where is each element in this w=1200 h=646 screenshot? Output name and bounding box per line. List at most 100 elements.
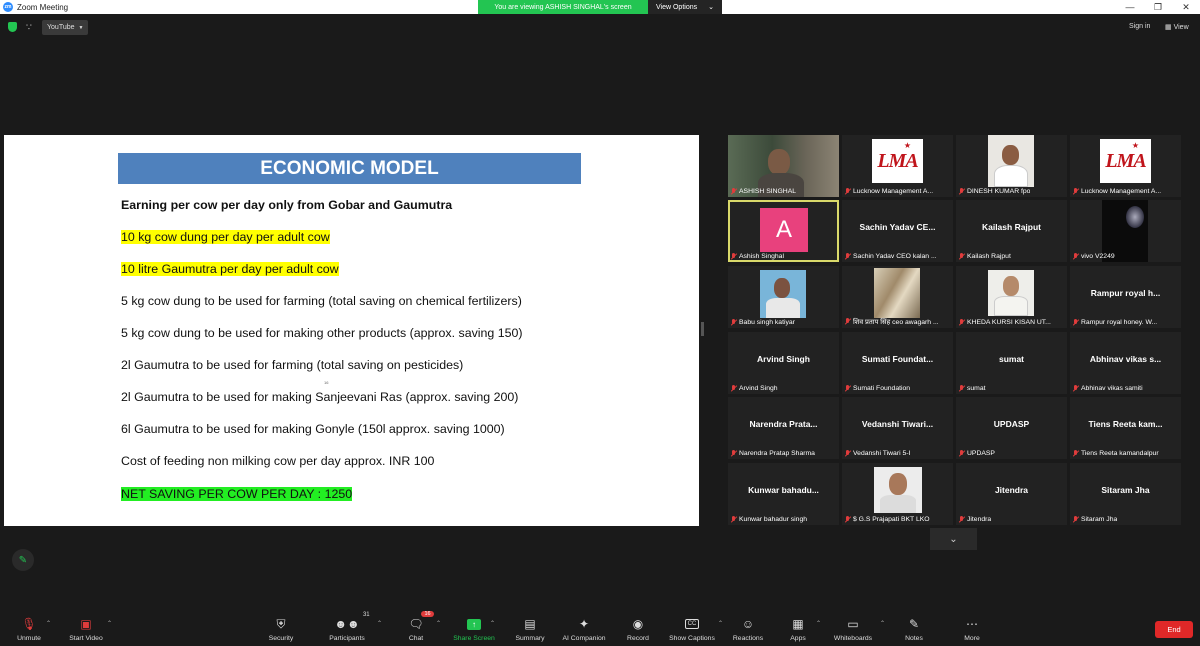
- whiteboards-caret[interactable]: ⌃: [880, 620, 885, 627]
- apps-button[interactable]: ▦ Apps: [786, 610, 810, 646]
- participant-tile[interactable]: Vedanshi Tiwari... Vedanshi Tiwari 5-I: [842, 397, 953, 459]
- share-screen-label: Share Screen: [453, 635, 495, 642]
- participant-tile[interactable]: Kunwar bahadu... Kunwar bahadur singh: [728, 463, 839, 525]
- participant-tile[interactable]: Narendra Prata... Narendra Pratap Sharma: [728, 397, 839, 459]
- minimize-icon[interactable]: —: [1116, 0, 1144, 14]
- sign-in-link[interactable]: Sign in: [1129, 23, 1150, 30]
- view-options-button[interactable]: View Options ⌄: [648, 0, 722, 14]
- participant-tile[interactable]: LMA ★ Lucknow Management A...: [842, 135, 953, 197]
- slide-line-text: 5 kg cow dung to be used for farming (to…: [121, 294, 522, 308]
- view-button[interactable]: ▦ View: [1165, 23, 1189, 31]
- notes-label: Notes: [905, 635, 923, 642]
- notes-button[interactable]: ✎ Notes: [902, 610, 926, 646]
- youtube-dropdown[interactable]: YouTube ▼: [42, 20, 89, 35]
- participant-tile[interactable]: Sachin Yadav CE... Sachin Yadav CEO kalan…: [842, 200, 953, 262]
- star-icon: ★: [1131, 141, 1139, 150]
- participant-tile[interactable]: KHEDA KURSI KISAN UT...: [956, 266, 1067, 328]
- chevron-down-icon: ⌄: [949, 533, 958, 545]
- mic-muted-icon: [845, 385, 850, 392]
- participant-label: Kunwar bahadur singh: [731, 516, 807, 523]
- show-captions-button[interactable]: CC Show Captions: [666, 610, 718, 646]
- participant-tile[interactable]: UPDASP UPDASP: [956, 397, 1067, 459]
- participant-tile[interactable]: Kailash Rajput Kailash Rajput: [956, 200, 1067, 262]
- lma-logo-text: LMA: [1105, 149, 1146, 172]
- summary-label: Summary: [515, 635, 545, 642]
- participant-tile[interactable]: Abhinav vikas s... Abhinav vikas samiti: [1070, 332, 1181, 394]
- participant-tile[interactable]: vivo V2249: [1070, 200, 1181, 262]
- signal-icon[interactable]: ∵: [26, 22, 32, 33]
- maximize-icon[interactable]: ❐: [1144, 0, 1172, 14]
- participant-tile[interactable]: ASHISH SINGHAL: [728, 135, 839, 197]
- more-button[interactable]: ⋯ More: [960, 610, 984, 646]
- start-video-button[interactable]: ▣ Start Video: [66, 610, 106, 646]
- shared-screen-slide: ECONOMIC MODEL 16 Earning per cow per da…: [4, 135, 699, 526]
- participants-button[interactable]: ☻☻ 31 Participants: [326, 610, 369, 646]
- participant-tile[interactable]: LMA ★ Lucknow Management A...: [1070, 135, 1181, 197]
- participant-name: UPDASP: [967, 450, 995, 457]
- apps-caret[interactable]: ⌃: [816, 620, 821, 627]
- audio-options-caret[interactable]: ⌃: [46, 620, 51, 627]
- apps-grid-icon: ▦: [792, 617, 804, 631]
- record-label: Record: [627, 635, 649, 642]
- annotate-pencil-icon[interactable]: ✎: [12, 549, 34, 571]
- participant-tile[interactable]: शिव प्रताप सिंह ceo awagarh ...: [842, 266, 953, 328]
- participant-tile[interactable]: sumat sumat: [956, 332, 1067, 394]
- captions-caret[interactable]: ⌃: [718, 620, 723, 627]
- slide-line: 2l Gaumutra to be used for farming (tota…: [121, 358, 463, 372]
- split-view-handle[interactable]: [701, 322, 704, 336]
- participant-display-name: sumat: [998, 354, 1025, 364]
- participants-label: Participants: [329, 635, 365, 642]
- participant-tile[interactable]: Arvind Singh Arvind Singh: [728, 332, 839, 394]
- participant-tile[interactable]: Sitaram Jha Sitaram Jha: [1070, 463, 1181, 525]
- smiley-icon: ☺: [741, 617, 755, 631]
- close-icon[interactable]: ✕: [1172, 0, 1200, 14]
- slide-line-text: 10 kg cow dung per day per adult cow: [121, 230, 330, 244]
- participant-tile[interactable]: Jitendra Jitendra: [956, 463, 1067, 525]
- slide-line-text: 6l Gaumutra to be used for making Gonyle…: [121, 422, 505, 436]
- participant-tile[interactable]: Babu singh katiyar: [728, 266, 839, 328]
- participant-name: KHEDA KURSI KISAN UT...: [967, 319, 1051, 326]
- participant-name: Sumati Foundation: [853, 385, 911, 392]
- security-button[interactable]: ⛨ Security: [266, 610, 296, 646]
- share-screen-button[interactable]: ↑ Share Screen: [450, 610, 498, 646]
- participant-video: [988, 135, 1034, 187]
- summary-icon: ▤: [524, 617, 536, 631]
- participant-label: DINESH KUMAR fpo: [959, 188, 1030, 195]
- participant-tile[interactable]: A Ashish Singhal: [728, 200, 839, 262]
- record-icon: ◉: [632, 617, 644, 631]
- participant-label: UPDASP: [959, 450, 995, 457]
- participant-name: Sachin Yadav CEO kalan ...: [853, 253, 937, 260]
- participant-display-name: Tiens Reeta kam...: [1088, 419, 1163, 429]
- participant-tile[interactable]: DINESH KUMAR fpo: [956, 135, 1067, 197]
- slide-line: 6l Gaumutra to be used for making Gonyle…: [121, 422, 505, 436]
- slide-line: Earning per cow per day only from Gobar …: [121, 198, 452, 212]
- reactions-button[interactable]: ☺ Reactions: [730, 610, 766, 646]
- summary-button[interactable]: ▤ Summary: [512, 610, 548, 646]
- participant-label: Ashish Singhal: [731, 253, 784, 260]
- participant-tile[interactable]: Rampur royal h... Rampur royal honey. W..…: [1070, 266, 1181, 328]
- ai-companion-button[interactable]: ✦ AI Companion: [558, 610, 610, 646]
- participant-video: [988, 270, 1034, 316]
- gallery-scroll-down-button[interactable]: ⌄: [930, 528, 977, 550]
- unmute-label: Unmute: [17, 635, 41, 642]
- end-button[interactable]: End: [1155, 621, 1193, 638]
- participant-tile[interactable]: Tiens Reeta kam... Tiens Reeta kamandalpu…: [1070, 397, 1181, 459]
- share-caret[interactable]: ⌃: [490, 620, 495, 627]
- participants-caret[interactable]: ⌃: [377, 620, 382, 627]
- slide-line: Cost of feeding non milking cow per day …: [121, 454, 434, 468]
- unmute-button[interactable]: 🎙 Unmute: [14, 610, 44, 646]
- slide-line-text: 10 litre Gaumutra per day per adult cow: [121, 262, 339, 276]
- participant-label: Rampur royal honey. W...: [1073, 319, 1157, 326]
- participant-name: $ G.S Prajapati BKT LKO: [853, 516, 930, 523]
- record-button[interactable]: ◉ Record: [622, 610, 654, 646]
- participant-name: Vedanshi Tiwari 5-I: [853, 450, 911, 457]
- mic-muted-icon: [731, 385, 736, 392]
- security-shield-icon[interactable]: [8, 22, 17, 32]
- chat-button[interactable]: 🗨 16 Chat: [404, 610, 434, 646]
- chat-caret[interactable]: ⌃: [436, 620, 441, 627]
- participant-tile[interactable]: $ G.S Prajapati BKT LKO: [842, 463, 953, 525]
- video-options-caret[interactable]: ⌃: [107, 620, 112, 627]
- participant-name: Tiens Reeta kamandalpur: [1081, 450, 1159, 457]
- participant-tile[interactable]: Sumati Foundat... Sumati Foundation: [842, 332, 953, 394]
- whiteboards-button[interactable]: ▭ Whiteboards: [830, 610, 876, 646]
